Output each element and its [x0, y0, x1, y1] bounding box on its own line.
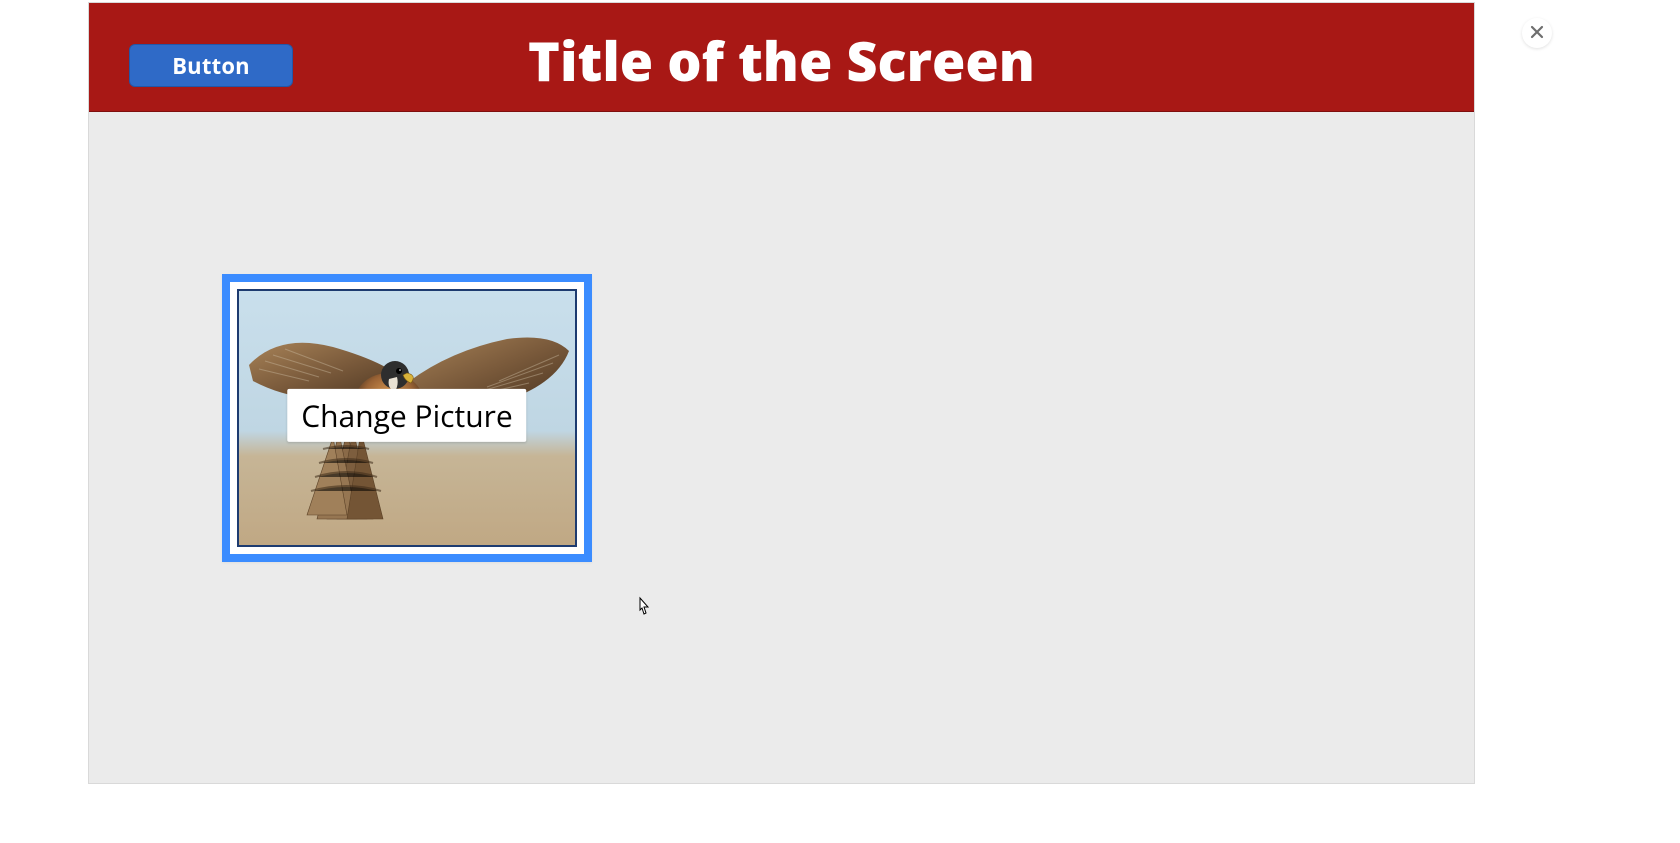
picture-tile[interactable]: Change Picture [222, 274, 592, 562]
close-icon [1530, 22, 1544, 44]
pointer-cursor-icon [635, 596, 651, 618]
app-stage: Button Title of the Screen [0, 0, 1680, 843]
header-button-label: Button [172, 51, 250, 81]
close-button[interactable] [1522, 18, 1552, 48]
header-button[interactable]: Button [129, 44, 293, 87]
falcon-image [239, 291, 575, 545]
main-panel: Button Title of the Screen [88, 2, 1475, 784]
picture-inner-frame [237, 289, 577, 547]
screen-title: Title of the Screen [89, 23, 1474, 97]
screen-header: Button Title of the Screen [89, 3, 1474, 112]
